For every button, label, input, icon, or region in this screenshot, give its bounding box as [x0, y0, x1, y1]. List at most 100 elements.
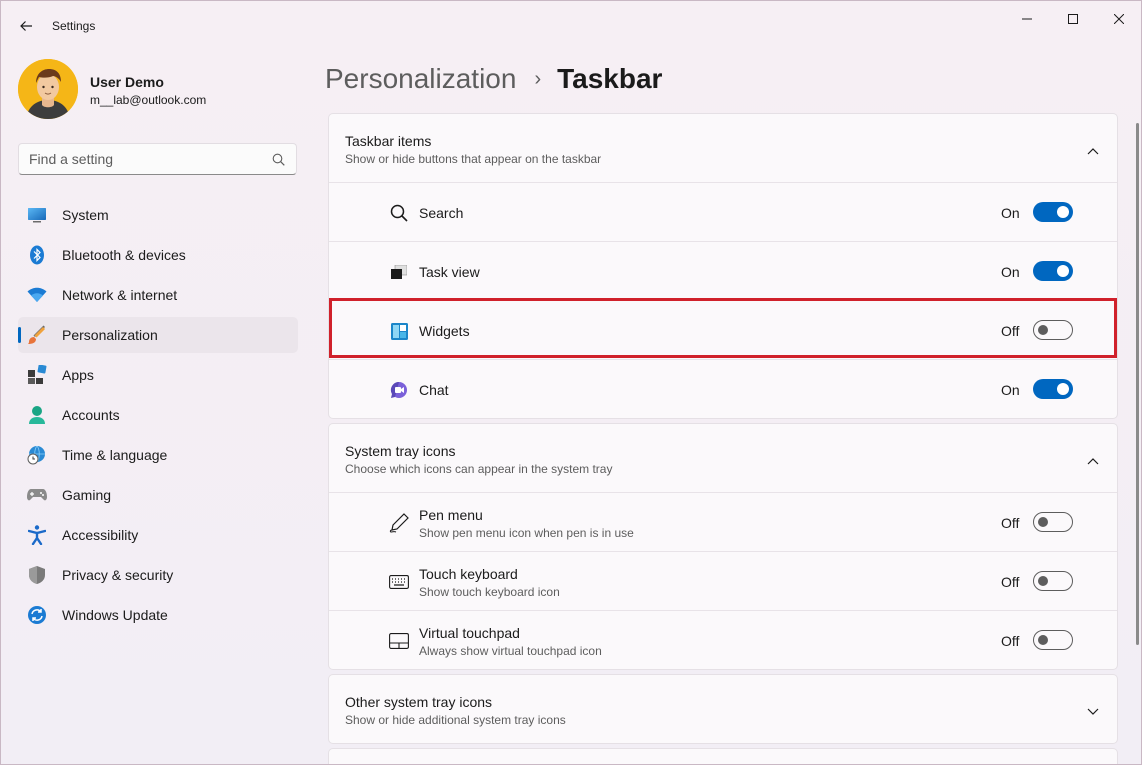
close-button[interactable] [1096, 7, 1141, 31]
sidebar-item-label: Accounts [62, 407, 120, 423]
virtual-touchpad-toggle[interactable] [1033, 630, 1073, 650]
system-icon [27, 205, 47, 225]
globe-clock-icon [27, 445, 47, 465]
task-view-icon [389, 262, 409, 282]
user-name: User Demo [90, 74, 164, 90]
chat-toggle[interactable] [1033, 379, 1073, 399]
toggle-state: On [1001, 264, 1020, 280]
setting-label: Pen menu [419, 507, 483, 523]
sidebar-item-privacy[interactable]: Privacy & security [18, 557, 298, 593]
taskbar-items-header[interactable]: Taskbar items Show or hide buttons that … [329, 114, 1117, 182]
system-tray-header[interactable]: System tray icons Choose which icons can… [329, 424, 1117, 492]
setting-row-chat: Chat On [329, 359, 1117, 418]
sidebar-item-label: Apps [62, 367, 94, 383]
app-title: Settings [52, 19, 96, 33]
other-tray-header[interactable]: Other system tray icons Show or hide add… [329, 675, 1117, 743]
toggle-state: Off [1001, 515, 1020, 531]
setting-row-search: Search On [329, 182, 1117, 241]
search-input[interactable] [29, 151, 259, 167]
toggle-state: Off [1001, 574, 1020, 590]
touch-keyboard-toggle[interactable] [1033, 571, 1073, 591]
card-subtitle: Show or hide additional system tray icon… [345, 713, 566, 727]
breadcrumb-separator: › [534, 67, 542, 90]
setting-description: Always show virtual touchpad icon [419, 644, 602, 658]
sidebar-item-windows-update[interactable]: Windows Update [18, 597, 298, 633]
wifi-icon [27, 285, 47, 305]
sidebar-item-label: System [62, 207, 109, 223]
search-toggle[interactable] [1033, 202, 1073, 222]
scrollbar[interactable] [1136, 123, 1139, 645]
apps-icon [27, 365, 47, 385]
toggle-state: On [1001, 382, 1020, 398]
shield-icon [27, 565, 47, 585]
minimize-button[interactable] [1004, 7, 1050, 31]
taskbar-items-card: Taskbar items Show or hide buttons that … [328, 113, 1118, 419]
sidebar-item-bluetooth[interactable]: Bluetooth & devices [18, 237, 298, 273]
card-subtitle: Choose which icons can appear in the sys… [345, 462, 613, 476]
sidebar-nav: System Bluetooth & devices Network & int… [18, 197, 298, 637]
accounts-icon [27, 405, 47, 425]
sidebar-item-accessibility[interactable]: Accessibility [18, 517, 298, 553]
setting-description: Show touch keyboard icon [419, 585, 560, 599]
sidebar-item-apps[interactable]: Apps [18, 357, 298, 393]
chevron-up-icon[interactable] [1087, 142, 1099, 160]
card-title: Taskbar items [345, 133, 432, 149]
next-card-partial[interactable] [328, 748, 1118, 764]
breadcrumb-parent[interactable]: Personalization [325, 63, 516, 95]
widgets-toggle[interactable] [1033, 320, 1073, 340]
search-box[interactable] [18, 143, 297, 175]
sidebar-item-system[interactable]: System [18, 197, 298, 233]
system-tray-card: System tray icons Choose which icons can… [328, 423, 1118, 670]
close-icon [1114, 14, 1124, 24]
settings-window: Settings User Demo m__lab@outlook.com Fi… [0, 0, 1142, 765]
maximize-button[interactable] [1050, 7, 1096, 31]
chevron-down-icon[interactable] [1087, 703, 1099, 721]
toggle-state: Off [1001, 323, 1020, 339]
setting-row-touch-keyboard: Touch keyboard Show touch keyboard icon … [329, 551, 1117, 610]
sidebar-item-gaming[interactable]: Gaming [18, 477, 298, 513]
sidebar-item-label: Accessibility [62, 527, 139, 543]
setting-row-widgets: Widgets Off [329, 300, 1117, 359]
avatar[interactable] [18, 59, 78, 119]
minimize-icon [1022, 18, 1032, 20]
page-title: Taskbar [557, 63, 663, 94]
breadcrumb: Personalization › Taskbar [325, 59, 662, 99]
sidebar-item-personalization[interactable]: Personalization [18, 317, 298, 353]
brush-icon [27, 325, 47, 345]
setting-label: Widgets [419, 323, 470, 339]
toggle-state: Off [1001, 633, 1020, 649]
pen-menu-toggle[interactable] [1033, 512, 1073, 532]
sidebar-item-network[interactable]: Network & internet [18, 277, 298, 313]
sidebar-item-accounts[interactable]: Accounts [18, 397, 298, 433]
keyboard-icon [389, 572, 409, 592]
setting-row-virtual-touchpad: Virtual touchpad Always show virtual tou… [329, 610, 1117, 669]
pen-icon [389, 513, 409, 533]
search-icon [389, 203, 409, 223]
toggle-state: On [1001, 205, 1020, 221]
card-subtitle: Show or hide buttons that appear on the … [345, 152, 602, 166]
search-icon[interactable] [272, 153, 285, 171]
setting-label: Touch keyboard [419, 566, 518, 582]
setting-row-task-view: Task view On [329, 241, 1117, 300]
bluetooth-icon [27, 245, 47, 265]
chevron-up-icon[interactable] [1087, 452, 1099, 470]
maximize-icon [1068, 14, 1078, 24]
other-tray-card[interactable]: Other system tray icons Show or hide add… [328, 674, 1118, 744]
sidebar-item-label: Network & internet [62, 287, 178, 303]
gamepad-icon [27, 485, 47, 505]
setting-label: Task view [419, 264, 480, 280]
back-button[interactable] [13, 13, 39, 39]
sidebar-item-time-language[interactable]: Time & language [18, 437, 298, 473]
chat-icon [389, 380, 409, 400]
main-content: Taskbar items Show or hide buttons that … [328, 113, 1118, 764]
user-email: m__lab@outlook.com [90, 93, 207, 107]
sidebar-item-label: Privacy & security [62, 567, 174, 583]
widgets-icon [389, 321, 409, 341]
setting-row-pen-menu: Pen menu Show pen menu icon when pen is … [329, 492, 1117, 551]
sidebar-item-label: Personalization [62, 327, 158, 343]
user-avatar-icon [18, 59, 78, 119]
back-arrow-icon [20, 21, 32, 31]
setting-label: Chat [419, 382, 449, 398]
task-view-toggle[interactable] [1033, 261, 1073, 281]
touchpad-icon [389, 631, 409, 651]
